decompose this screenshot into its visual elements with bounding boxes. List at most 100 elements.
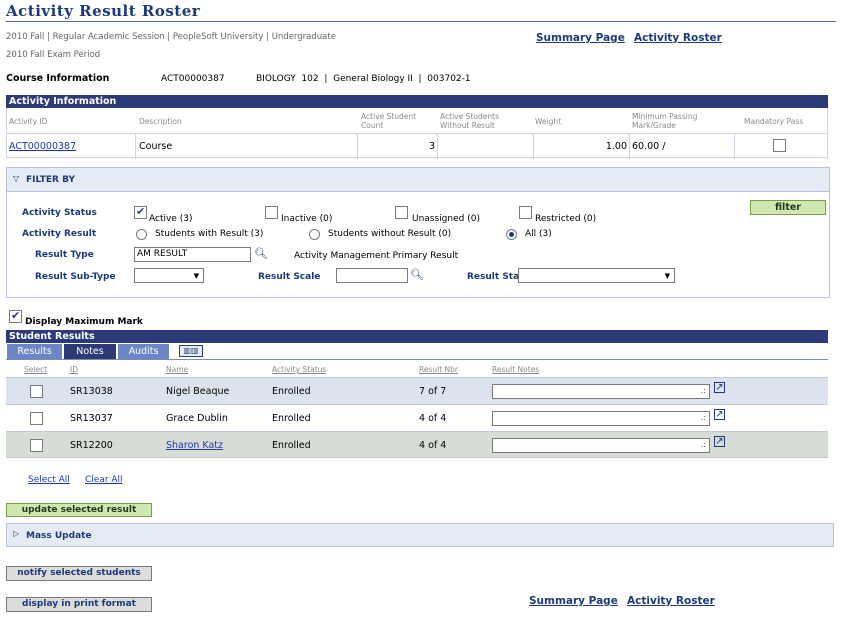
expand-notes-icon[interactable]: ↗ [714,409,725,420]
filter-body [7,192,829,297]
course-info-label: Course Information [6,73,110,84]
result-status-select[interactable] [518,268,675,283]
row-result-nbr: 4 of 4 [419,413,447,424]
row-id: SR13037 [70,413,113,424]
activity-status-label: Activity Status [22,208,97,218]
divider [135,134,136,159]
course-activity-id: ACT00000387 [161,74,225,84]
status-unassigned-checkbox[interactable] [395,206,408,219]
course-detail: BIOLOGY 102 | General Biology II | 00370… [256,74,471,84]
row-select-checkbox[interactable] [30,412,43,425]
show-all-columns-icon[interactable]: ▥▥ [179,345,203,357]
filter-button[interactable]: filter [750,200,826,215]
result-without-radio[interactable] [309,229,320,240]
row-select-checkbox[interactable] [30,385,43,398]
status-inactive-checkbox[interactable] [265,206,278,219]
notify-selected-students-button[interactable]: notify selected students [6,566,152,581]
result-type-description: Activity Management Primary Result [294,251,459,261]
search-icon[interactable]: 🔍︎ [410,268,424,281]
result-all-radio[interactable] [506,229,517,240]
display-max-mark-checkbox[interactable] [9,310,22,323]
collapse-triangle-icon: ▽ [13,174,20,183]
activity-weight: 1.00 [605,141,627,152]
result-type-input[interactable]: AM RESULT [134,247,251,262]
tab-results[interactable]: Results [7,344,62,359]
context-line-1: 2010 Fall | Regular Academic Session | P… [6,32,336,42]
row-result-notes-input[interactable]: .: [492,384,710,399]
filter-title: FILTER BY [26,175,75,185]
result-with-radio[interactable] [136,229,147,240]
row-status: Enrolled [272,440,311,451]
result-subtype-label: Result Sub-Type [35,272,116,282]
expand-notes-icon[interactable]: ↗ [714,382,725,393]
clear-all-link[interactable]: Clear All [85,475,123,485]
row-result-notes-input[interactable]: .: [492,438,710,453]
active-student-count: 3 [428,141,435,152]
row-id: SR12200 [70,440,113,451]
page-title: Activity Result Roster [6,2,201,20]
display-max-mark-label: Display Maximum Mark [25,317,143,327]
divider [734,134,735,159]
status-unassigned-label: Unassigned (0) [412,214,480,224]
tab-audits[interactable]: Audits [118,344,169,359]
search-icon[interactable]: 🔍︎ [254,247,268,260]
row-name: Nigel Beaque [166,386,230,397]
result-with-label: Students with Result (3) [155,229,264,239]
row-status: Enrolled [272,413,311,424]
activity-roster-link[interactable]: Activity Roster [634,32,722,44]
result-scale-label: Result Scale [258,272,321,282]
expand-triangle-icon: ▷ [13,529,20,538]
activity-row: ACT00000387 Course 3 1.00 60.00 / [7,133,827,159]
col-weight: Weight [535,117,562,126]
min-passing-mark: 60.00 / [632,141,666,152]
status-active-checkbox[interactable] [134,206,147,219]
select-all-link[interactable]: Select All [28,475,70,485]
activity-id-link[interactable]: ACT00000387 [9,141,76,152]
row-name-link[interactable]: Sharon Katz [166,440,223,451]
row-name: Grace Dublin [166,413,228,424]
col-min-pass: Minimum Passing Mark/Grade [632,112,698,130]
expand-notes-icon[interactable]: ↗ [714,436,725,447]
col-activity-id: Activity ID [9,117,48,126]
activity-result-label: Activity Result [22,229,97,239]
result-all-label: All (3) [525,229,552,239]
col-id[interactable]: ID [70,365,78,375]
divider [357,134,358,159]
col-result-nbr[interactable]: Result Nbr [419,365,458,375]
update-selected-result-button[interactable]: update selected result [6,503,152,517]
status-restricted-checkbox[interactable] [519,206,532,219]
status-restricted-label: Restricted (0) [535,214,597,224]
table-row: SR13037 Grace Dublin Enrolled 4 of 4 .: … [6,404,828,431]
student-results-header: Student Results [6,330,828,343]
col-active-count: Active Student Count [361,112,417,130]
filter-header[interactable]: ▽ FILTER BY [7,168,829,192]
row-result-nbr: 4 of 4 [419,440,447,451]
col-name[interactable]: Name [166,365,188,375]
col-activity-status[interactable]: Activity Status [272,365,326,375]
result-subtype-select[interactable] [134,268,204,283]
row-select-checkbox[interactable] [30,439,43,452]
tab-notes[interactable]: Notes [64,344,116,359]
status-inactive-label: Inactive (0) [281,214,333,224]
result-type-label: Result Type [35,250,94,260]
row-id: SR13038 [70,386,113,397]
table-row: SR12200 Sharon Katz Enrolled 4 of 4 .: ↗ [6,431,828,458]
col-result-notes[interactable]: Result Notes [492,365,539,375]
result-scale-input[interactable] [336,268,408,283]
summary-page-link[interactable]: Summary Page [536,32,625,44]
divider [437,134,438,159]
table-row: SR13038 Nigel Beaque Enrolled 7 of 7 .: … [6,377,828,404]
result-without-label: Students without Result (0) [328,229,452,239]
mandatory-pass-checkbox[interactable] [773,139,786,152]
col-description: Description [139,117,182,126]
activity-roster-link-bottom[interactable]: Activity Roster [627,595,715,607]
col-select[interactable]: Select [24,365,47,375]
display-print-format-button[interactable]: display in print format [6,597,152,612]
mass-update-section[interactable]: ▷ Mass Update [6,523,834,547]
row-status: Enrolled [272,386,311,397]
context-line-2: 2010 Fall Exam Period [6,50,101,60]
filter-section: ▽ FILTER BY Activity Status Active (3) I… [6,167,830,298]
row-result-notes-input[interactable]: .: [492,411,710,426]
summary-page-link-bottom[interactable]: Summary Page [529,595,618,607]
mass-update-label: Mass Update [26,531,92,541]
